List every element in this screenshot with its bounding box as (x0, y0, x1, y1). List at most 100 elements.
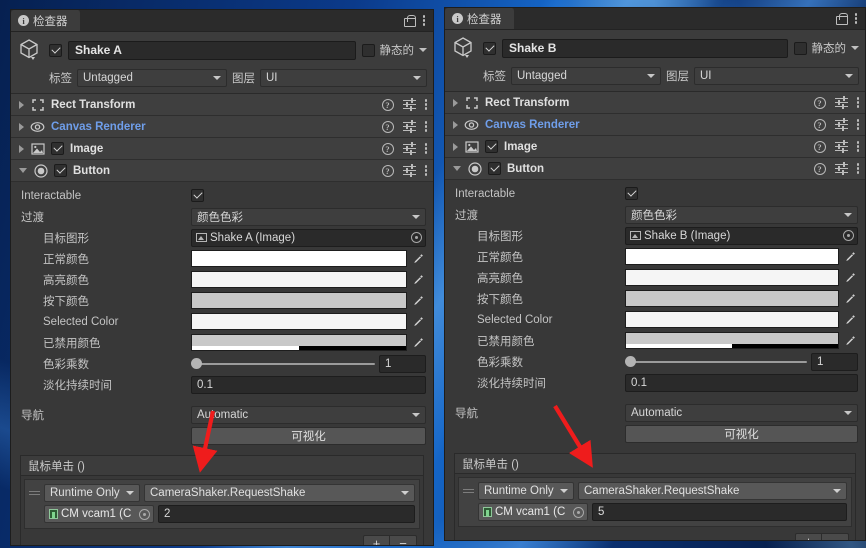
visualize-button[interactable]: 可视化 (625, 424, 858, 443)
component-row-rect-transform[interactable]: Rect Transform ? (11, 94, 433, 116)
help-icon[interactable]: ? (813, 162, 826, 175)
static-dropdown-caret-icon[interactable] (851, 46, 859, 50)
preset-icon[interactable] (402, 98, 416, 111)
help-icon[interactable]: ? (813, 140, 826, 153)
gameobject-name-field[interactable]: Shake A (68, 40, 356, 60)
help-icon[interactable]: ? (381, 164, 394, 177)
static-checkbox[interactable] (793, 41, 807, 55)
foldout-arrow-icon[interactable] (453, 98, 458, 107)
kebab-menu-icon[interactable] (854, 13, 857, 24)
static-dropdown-caret-icon[interactable] (419, 48, 427, 52)
static-checkbox[interactable] (361, 43, 375, 57)
eyedropper-icon[interactable] (842, 272, 858, 283)
transition-dropdown[interactable]: 颜色色彩 (625, 205, 858, 224)
interactable-checkbox[interactable] (625, 187, 638, 200)
layer-dropdown[interactable]: UI (260, 69, 427, 87)
help-icon[interactable]: ? (813, 96, 826, 109)
tab-inspector[interactable]: i 检查器 (11, 10, 81, 31)
color-multiplier-value[interactable]: 1 (811, 352, 858, 371)
remove-event-button[interactable]: − (822, 534, 848, 540)
visualize-button[interactable]: 可视化 (191, 426, 426, 445)
component-row-button[interactable]: Button ? (11, 160, 433, 182)
fade-duration-input[interactable]: 0.1 (191, 375, 426, 394)
transition-dropdown[interactable]: 颜色色彩 (191, 207, 426, 226)
preset-icon[interactable] (402, 120, 416, 133)
component-enabled-checkbox[interactable] (488, 162, 501, 175)
component-row-canvas-renderer[interactable]: Canvas Renderer ? (11, 116, 433, 138)
kebab-menu-icon[interactable] (856, 97, 859, 108)
foldout-arrow-icon[interactable] (453, 120, 458, 129)
kebab-menu-icon[interactable] (856, 141, 859, 152)
preset-icon[interactable] (834, 140, 848, 153)
object-picker-icon[interactable] (411, 232, 422, 243)
eyedropper-icon[interactable] (410, 253, 426, 264)
eyedropper-icon[interactable] (842, 335, 858, 346)
help-icon[interactable]: ? (381, 98, 394, 111)
target-graphic-object-field[interactable]: Shake A (Image) (191, 228, 426, 247)
kebab-menu-icon[interactable] (424, 143, 427, 154)
normal-color-swatch[interactable] (191, 250, 407, 267)
object-picker-icon[interactable] (139, 508, 150, 520)
preset-icon[interactable] (402, 164, 416, 177)
object-picker-icon[interactable] (843, 230, 854, 241)
layer-dropdown[interactable]: UI (694, 67, 859, 85)
function-dropdown[interactable]: CameraShaker.RequestShake (578, 482, 847, 500)
fade-duration-input[interactable]: 0.1 (625, 373, 858, 392)
drag-handle-icon[interactable] (29, 490, 40, 496)
component-row-image[interactable]: Image ? (445, 136, 865, 158)
eyedropper-icon[interactable] (842, 251, 858, 262)
component-row-rect-transform[interactable]: Rect Transform ? (445, 92, 865, 114)
eyedropper-icon[interactable] (842, 293, 858, 304)
lock-icon[interactable] (835, 12, 848, 25)
foldout-arrow-icon[interactable] (19, 144, 24, 153)
disabled-color-swatch[interactable] (191, 334, 407, 351)
preset-icon[interactable] (834, 162, 848, 175)
disabled-color-swatch[interactable] (625, 332, 839, 349)
add-event-button[interactable]: + (364, 536, 390, 545)
tab-inspector[interactable]: i 检查器 (445, 8, 515, 29)
foldout-arrow-icon[interactable] (19, 122, 24, 131)
object-picker-icon[interactable] (573, 506, 584, 518)
eyedropper-icon[interactable] (410, 274, 426, 285)
help-icon[interactable]: ? (381, 120, 394, 133)
component-row-image[interactable]: Image ? (11, 138, 433, 160)
lock-icon[interactable] (403, 14, 416, 27)
preset-icon[interactable] (834, 118, 848, 131)
foldout-arrow-icon[interactable] (453, 142, 458, 151)
pressed-color-swatch[interactable] (191, 292, 407, 309)
gameobject-enabled-checkbox[interactable] (49, 43, 62, 57)
foldout-arrow-icon[interactable] (19, 100, 24, 109)
component-enabled-checkbox[interactable] (54, 164, 67, 177)
eyedropper-icon[interactable] (410, 337, 426, 348)
target-graphic-object-field[interactable]: Shake B (Image) (625, 226, 858, 245)
slider-handle[interactable] (191, 358, 202, 369)
eyedropper-icon[interactable] (842, 314, 858, 325)
color-multiplier-value[interactable]: 1 (379, 354, 426, 373)
slider-handle[interactable] (625, 356, 636, 367)
event-object-field[interactable]: CM vcam1 (C (44, 505, 154, 523)
preset-icon[interactable] (402, 142, 416, 155)
function-dropdown[interactable]: CameraShaker.RequestShake (144, 484, 415, 502)
color-multiplier-slider[interactable] (191, 355, 375, 373)
gameobject-name-field[interactable]: Shake B (502, 38, 788, 58)
normal-color-swatch[interactable] (625, 248, 839, 265)
tag-dropdown[interactable]: Untagged (511, 67, 661, 85)
add-event-button[interactable]: + (796, 534, 822, 540)
gameobject-enabled-checkbox[interactable] (483, 41, 496, 55)
highlighted-color-swatch[interactable] (191, 271, 407, 288)
eyedropper-icon[interactable] (410, 316, 426, 327)
navigation-dropdown[interactable]: Automatic (191, 405, 426, 424)
selected-color-swatch[interactable] (191, 313, 407, 330)
kebab-menu-icon[interactable] (422, 15, 425, 26)
color-multiplier-slider[interactable] (625, 353, 807, 371)
event-argument-input[interactable]: 2 (158, 505, 415, 523)
drag-handle-icon[interactable] (463, 488, 474, 494)
tag-dropdown[interactable]: Untagged (77, 69, 227, 87)
runtime-mode-dropdown[interactable]: Runtime Only (478, 482, 574, 500)
kebab-menu-icon[interactable] (856, 119, 859, 130)
pressed-color-swatch[interactable] (625, 290, 839, 307)
help-icon[interactable]: ? (813, 118, 826, 131)
component-row-canvas-renderer[interactable]: Canvas Renderer ? (445, 114, 865, 136)
kebab-menu-icon[interactable] (424, 99, 427, 110)
preset-icon[interactable] (834, 96, 848, 109)
